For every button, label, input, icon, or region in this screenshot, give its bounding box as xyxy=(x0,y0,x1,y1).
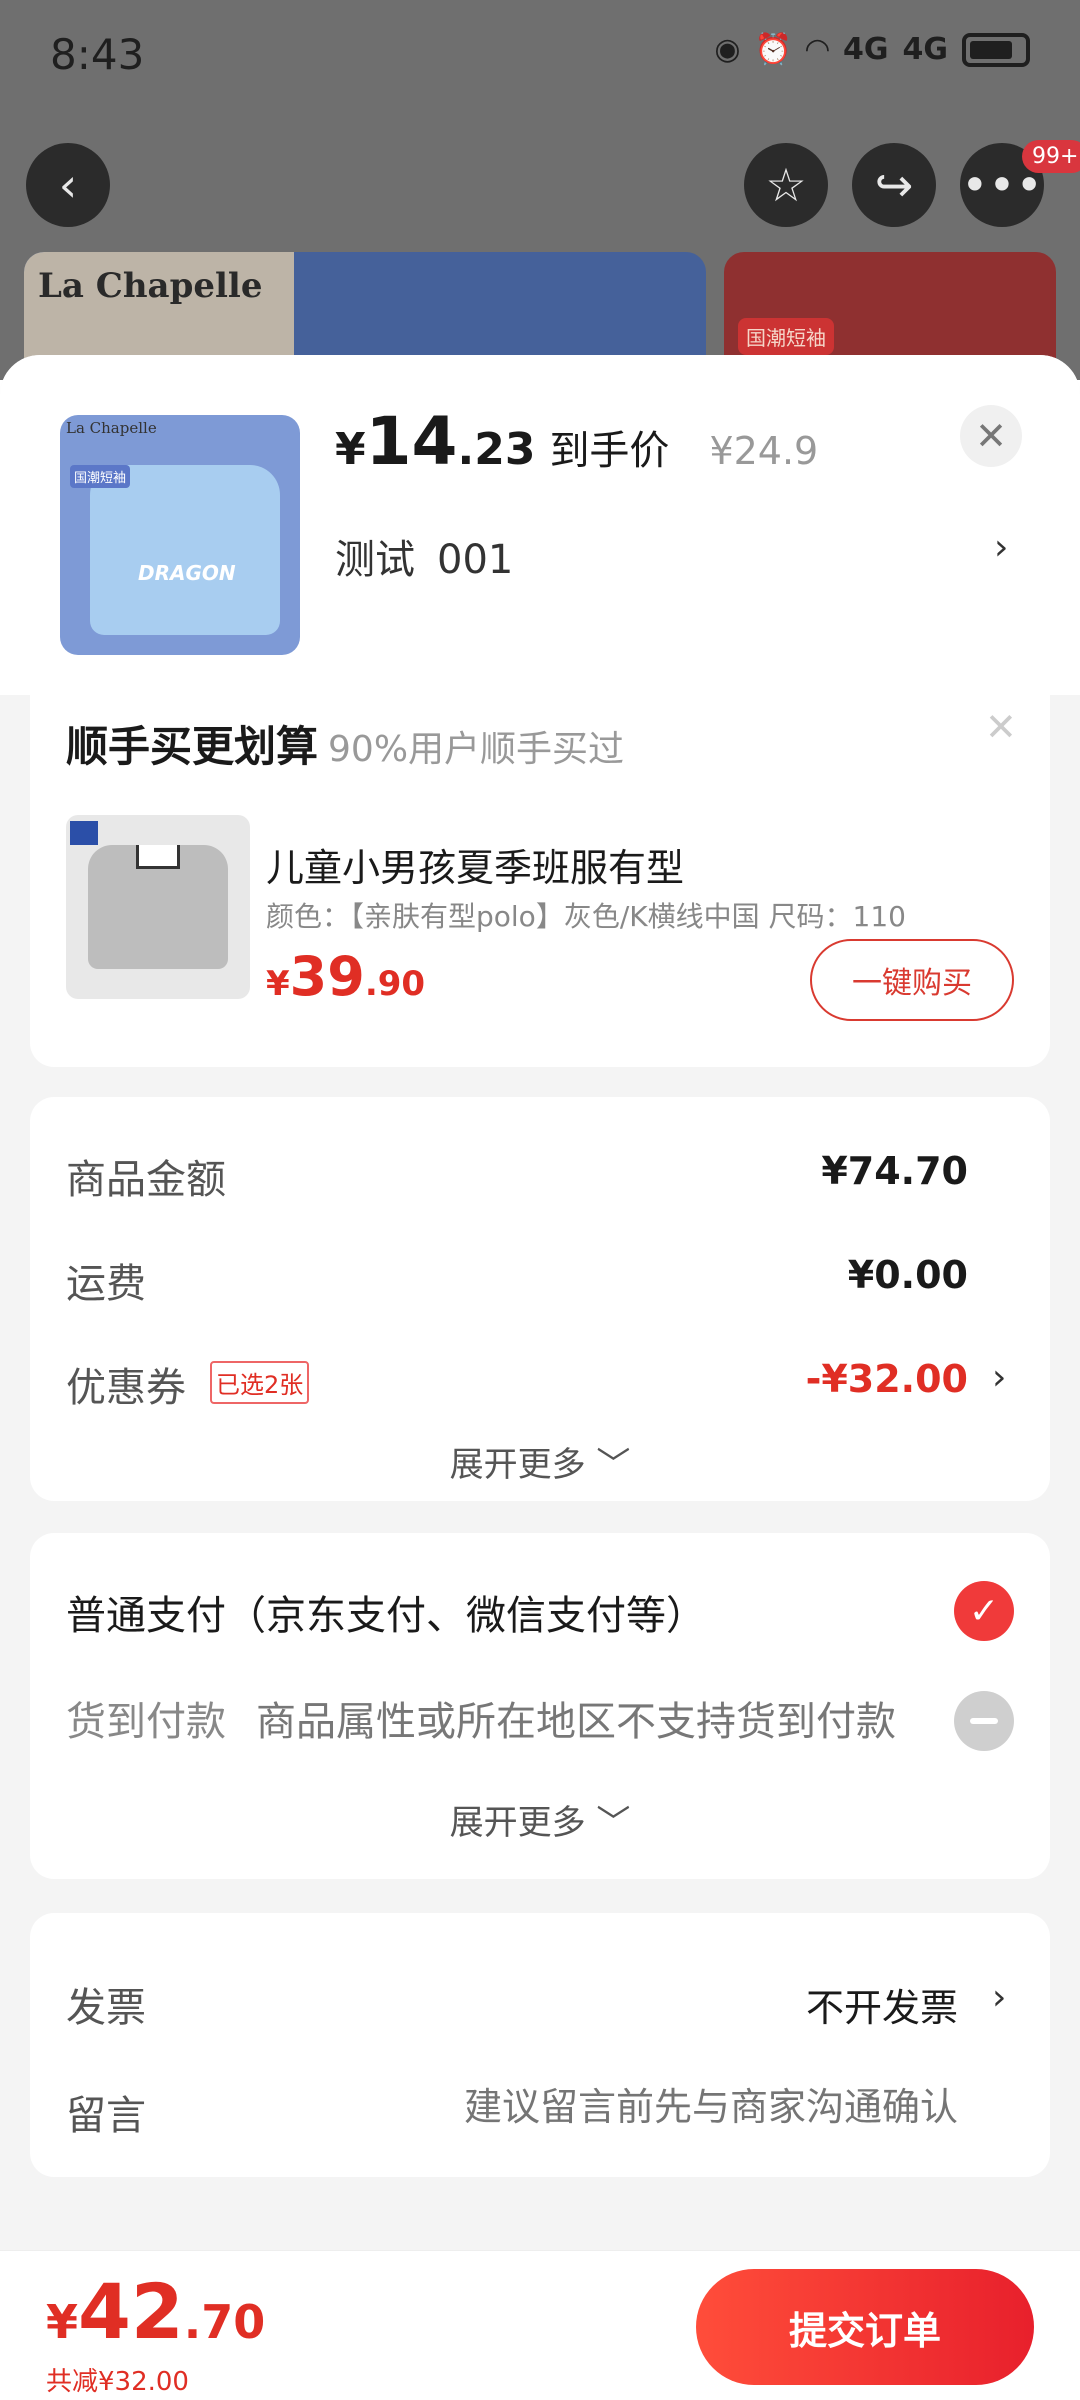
extras-card: 发票 不开发票 › 留言 xyxy=(30,1913,1050,2177)
favorite-button[interactable]: ☆ xyxy=(744,143,828,227)
close-button[interactable]: ✕ xyxy=(960,405,1022,467)
back-button[interactable]: ‹ xyxy=(26,143,110,227)
addon-price-currency: ¥ xyxy=(266,964,290,1004)
coupon-selected-tag: 已选2张 xyxy=(210,1361,310,1404)
addon-product-image[interactable] xyxy=(66,815,250,999)
price-integer: 14 xyxy=(365,403,458,480)
addon-price-decimal: .90 xyxy=(364,964,426,1004)
addon-close-icon[interactable]: ✕ xyxy=(985,705,1017,749)
addon-product-attrs: 颜色：【亲肤有型polo】灰色/K横线中国 尺码：110 xyxy=(266,900,906,933)
chevron-right-icon[interactable]: › xyxy=(992,1357,1006,1398)
eye-icon: ◉ xyxy=(714,32,741,67)
signal-label-1: 4G xyxy=(843,32,889,67)
share-button[interactable]: ↪ xyxy=(852,143,936,227)
addon-price-integer: 39 xyxy=(289,945,365,1008)
star-icon: ☆ xyxy=(765,158,807,212)
thumb-print-text: DRAGON xyxy=(138,561,236,585)
goods-amount-label: 商品金额 xyxy=(66,1157,226,1203)
disabled-minus-icon xyxy=(954,1691,1014,1751)
brand-logo-text: La Chapelle xyxy=(38,266,263,306)
notification-badge: 99+ xyxy=(1022,140,1080,173)
addon-title-text: 顺手买更划算 xyxy=(66,722,319,771)
addon-price: ¥ 39 .90 xyxy=(266,945,425,1008)
thumb-brand: La Chapelle xyxy=(66,419,157,437)
amounts-card: 商品金额 ¥74.70 运费 ¥0.00 优惠券 已选2张 -¥32.00 › … xyxy=(30,1097,1050,1501)
shipping-label: 运费 xyxy=(66,1261,146,1307)
payment-card: 普通支付（京东支付、微信支付等） ✓ 货到付款 商品属性或所在地区不支持货到付款 … xyxy=(30,1533,1050,1879)
sheet-header: La Chapelle 国潮短袖 DRAGON ¥ 14 .23 到手价 ¥24… xyxy=(0,355,1080,695)
shipping-value: ¥0.00 xyxy=(847,1253,968,1297)
chevron-right-icon[interactable]: › xyxy=(994,527,1008,568)
coupon-label: 优惠券 xyxy=(66,1365,186,1411)
spec-name: 测试 xyxy=(335,537,415,583)
coupon-value[interactable]: -¥32.00 xyxy=(806,1357,968,1401)
checkmark-icon[interactable]: ✓ xyxy=(954,1581,1014,1641)
total-integer: 42 xyxy=(78,2267,184,2356)
battery-icon xyxy=(962,32,1030,67)
goods-amount-value: ¥74.70 xyxy=(821,1149,968,1193)
thumb-tag: 国潮短袖 xyxy=(70,465,131,488)
signal-label-2: 4G xyxy=(902,32,949,67)
status-bar: 8:43 ◉ ⏰ ◠ 4G 4G xyxy=(0,0,1080,110)
addon-product-name[interactable]: 儿童小男孩夏季班服有型 xyxy=(266,837,684,892)
wifi-icon: ◠ xyxy=(805,32,829,67)
submit-order-button[interactable]: 提交订单 xyxy=(696,2269,1034,2385)
cod-note: 商品属性或所在地区不支持货到付款 xyxy=(256,1699,896,1745)
spec-value: 001 xyxy=(437,537,514,583)
polo-collar xyxy=(136,845,180,869)
product-thumbnail: La Chapelle 国潮短袖 DRAGON xyxy=(60,415,300,655)
one-click-buy-button[interactable]: 一键购买 xyxy=(810,939,1014,1021)
message-input[interactable] xyxy=(318,2085,958,2129)
final-price: ¥ 14 .23 到手价 ¥24.9 xyxy=(335,403,818,480)
spec-selector[interactable]: 测试 001 xyxy=(335,527,513,585)
expand-more-payment[interactable]: 展开更多 ﹀ xyxy=(30,1795,1050,1844)
status-icons: ◉ ⏰ ◠ 4G 4G xyxy=(714,32,1030,67)
invoice-value[interactable]: 不开发票 xyxy=(806,1977,958,2032)
addon-subtitle: 90%用户顺手买过 xyxy=(328,729,625,770)
price-currency: ¥ xyxy=(335,424,366,475)
original-price: ¥24.9 xyxy=(709,429,819,473)
chevron-right-icon[interactable]: › xyxy=(992,1977,1006,2018)
invoice-label: 发票 xyxy=(66,1985,146,2031)
share-icon: ↪ xyxy=(874,158,914,212)
banner-tag: 国潮短袖 xyxy=(738,318,834,355)
addon-card: 顺手买更划算 90%用户顺手买过 ✕ 儿童小男孩夏季班服有型 颜色：【亲肤有型po… xyxy=(30,695,1050,1067)
total-decimal: .70 xyxy=(183,2295,266,2349)
message-label: 留言 xyxy=(66,2093,146,2139)
order-sheet: La Chapelle 国潮短袖 DRAGON ¥ 14 .23 到手价 ¥24… xyxy=(0,355,1080,2400)
addon-title: 顺手买更划算 90%用户顺手买过 xyxy=(66,713,624,774)
close-icon: ✕ xyxy=(975,414,1007,458)
cod-label: 货到付款 xyxy=(66,1699,226,1745)
payment-option-normal[interactable]: 普通支付（京东支付、微信支付等） xyxy=(66,1583,706,1641)
price-decimal: .23 xyxy=(457,424,536,475)
chevron-left-icon: ‹ xyxy=(58,158,78,212)
status-time: 8:43 xyxy=(50,30,145,79)
price-label: 到手价 xyxy=(549,428,670,474)
shirt-graphic xyxy=(90,465,280,635)
bottom-bar: ¥ 42 .70 共减¥32.00 提交订单 xyxy=(0,2250,1080,2400)
total-currency: ¥ xyxy=(46,2295,79,2349)
expand-more-amounts[interactable]: 展开更多 ﹀ xyxy=(30,1437,1050,1486)
total-price: ¥ 42 .70 xyxy=(46,2267,265,2356)
total-reduced: 共减¥32.00 xyxy=(46,2367,189,2397)
alarm-icon: ⏰ xyxy=(754,32,792,67)
brand-mark xyxy=(70,821,98,845)
payment-option-cod: 货到付款 商品属性或所在地区不支持货到付款 xyxy=(66,1689,896,1747)
